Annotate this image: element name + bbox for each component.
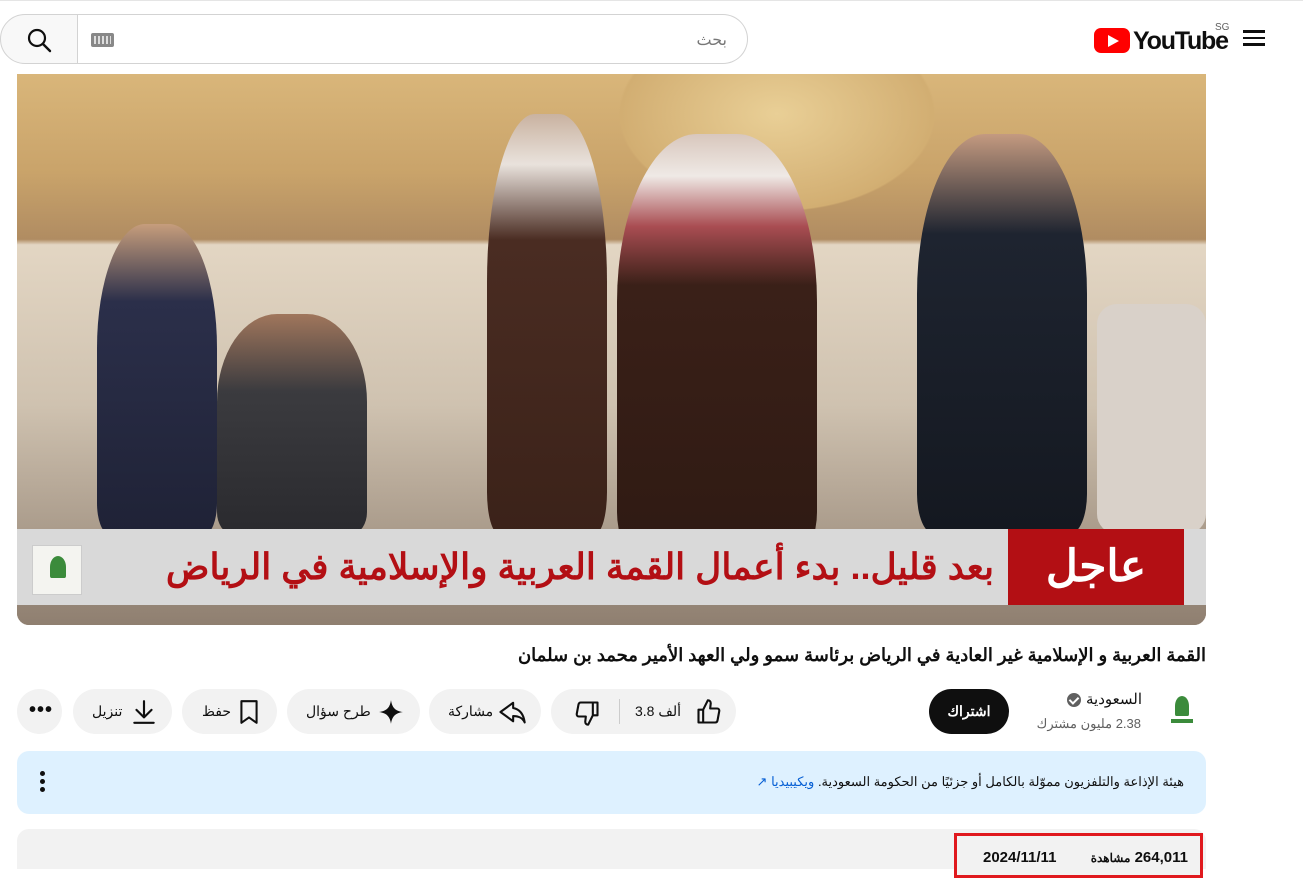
person-figure [617,134,817,554]
info-panel-statement: هيئة الإذاعة والتلفزيون مموّلة بالكامل أ… [817,774,1184,789]
upload-date: 2024/11/11 [983,849,1057,866]
view-date-highlight: 264,011 مشاهدة 2024/11/11 [954,833,1203,878]
person-figure [97,224,217,534]
keyboard-icon[interactable] [91,33,114,47]
info-panel-text: هيئة الإذاعة والتلفزيون مموّلة بالكامل أ… [757,774,1184,790]
download-button[interactable]: تنزيل [73,689,172,734]
breaking-label: عاجل [1008,529,1184,605]
search-placeholder: بحث [696,32,728,49]
download-icon [133,700,155,724]
wikipedia-link-label[interactable]: ويكيبيديا [771,774,814,789]
youtube-watch-page: YouTube SG بحث عاجل بعد قليل.. بدء أعمال… [0,0,1303,879]
bookmark-icon [240,700,258,724]
save-label: حفظ [202,703,232,719]
subscriber-count: 2.38 مليون مشترك [1036,716,1141,731]
masthead: YouTube SG بحث [0,4,1303,70]
verified-badge-icon [1067,693,1081,707]
person-figure [917,134,1087,534]
menu-icon[interactable] [1240,26,1268,54]
video-title: القمة العربية و الإسلامية غير العادية في… [517,645,1206,665]
search-icon [27,28,52,53]
view-count-label: مشاهدة [1090,851,1131,865]
ask-question-button[interactable]: طرح سؤال [287,689,420,734]
more-horizontal-icon: ••• [29,699,54,721]
subscribe-button[interactable]: اشتراك [929,689,1009,734]
share-button[interactable]: مشاركة [429,689,541,734]
channel-name[interactable]: السعودية [1086,690,1142,708]
like-dislike-group: 3.8 ألف [551,689,736,734]
video-player[interactable]: عاجل بعد قليل.. بدء أعمال القمة العربية … [17,74,1206,625]
sparkle-icon [379,700,403,724]
save-button[interactable]: حفظ [182,689,277,734]
channel-avatar[interactable] [1162,690,1202,730]
search-input[interactable]: بحث [77,14,748,64]
more-actions-button[interactable]: ••• [17,689,62,734]
like-divider [619,699,620,724]
news-banner: عاجل بعد قليل.. بدء أعمال القمة العربية … [17,529,1206,605]
youtube-logo[interactable]: YouTube SG [1092,22,1232,56]
thumbs-up-icon[interactable] [695,698,723,726]
thumbs-down-icon[interactable] [573,699,601,727]
search-button[interactable] [0,14,78,64]
external-link-icon: ↗ [756,774,768,789]
ticker-text: بعد قليل.. بدء أعمال القمة العربية والإس… [165,546,994,587]
chair-figure [1097,304,1206,534]
person-figure [217,314,367,534]
logo-text: YouTube [1133,27,1229,55]
channel-watermark-logo [32,545,82,595]
download-label: تنزيل [92,703,123,719]
view-count: 264,011 مشاهدة [1091,849,1188,866]
region-code: SG [1215,22,1230,33]
person-figure [487,114,607,534]
play-logo-icon [1094,28,1130,53]
top-divider [0,0,1303,1]
share-label: مشاركة [448,703,494,719]
info-panel-menu-icon[interactable] [35,771,49,795]
share-icon [499,701,526,724]
like-count[interactable]: 3.8 ألف [635,703,681,720]
wikipedia-link[interactable]: ويكيبيديا ↗ [757,774,815,789]
view-count-number: 264,011 [1134,849,1188,866]
ask-question-label: طرح سؤال [306,703,371,719]
info-panel: هيئة الإذاعة والتلفزيون مموّلة بالكامل أ… [17,751,1206,814]
